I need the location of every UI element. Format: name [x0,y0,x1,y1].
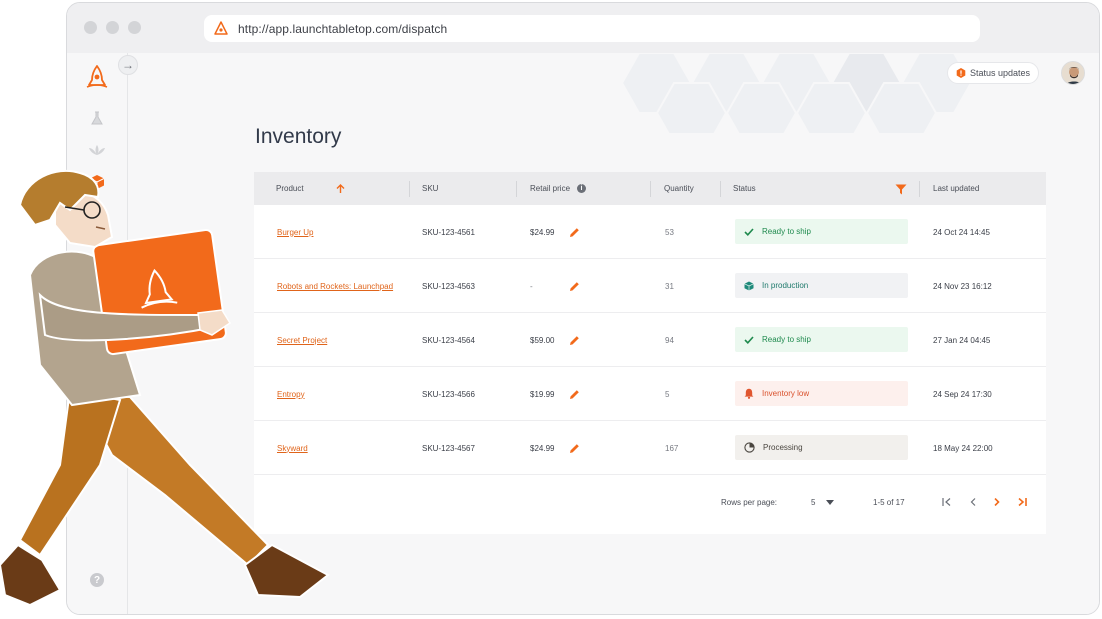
price-cell: - [530,281,533,291]
status-badge: Inventory low [735,381,908,406]
last-updated-cell: 18 May 24 22:00 [933,443,993,453]
price-cell: $24.99 [530,227,555,237]
status-badge: Ready to ship [735,219,908,244]
quantity-cell: 5 [665,389,670,399]
info-icon[interactable]: i [577,184,587,193]
arrow-right-icon: → [122,58,134,72]
column-divider [650,181,651,197]
column-header-sku[interactable]: SKU [422,172,438,205]
price-cell: $24.99 [530,443,555,453]
last-updated-cell: 27 Jan 24 04:45 [933,335,991,345]
column-header-retail-price[interactable]: Retail price i [530,172,587,205]
status-badge: Processing [735,435,908,460]
caret-down-icon [825,500,834,505]
column-header-last-updated[interactable]: Last updated [933,172,979,205]
address-bar[interactable]: http://app.launchtabletop.com/dispatch [204,15,980,42]
progress-pie-icon [744,442,755,453]
cube-icon [744,281,754,290]
last-updated-cell: 24 Sep 24 17:30 [933,389,992,399]
sku-cell: SKU-123-4563 [422,281,475,291]
column-divider [516,181,517,197]
table-row[interactable]: Robots and Rockets: Launchpad SKU-123-45… [254,259,1046,313]
pagination: Rows per page: 5 1-5 of 17 [254,482,1046,524]
status-updates-label: Status updates [969,68,1031,78]
sku-cell: SKU-123-4566 [422,389,475,399]
url-text: http://app.launchtabletop.com/dispatch [238,21,448,36]
column-divider [409,181,410,197]
table-row[interactable]: Secret Project SKU-123-4564 $59.00 94 Re… [254,313,1046,367]
quantity-cell: 167 [665,443,679,453]
pencil-icon[interactable] [569,421,580,475]
table-row[interactable]: Entropy SKU-123-4566 $19.99 5 Inventory … [254,367,1046,421]
pencil-icon[interactable] [569,313,580,367]
column-header-status[interactable]: Status [733,172,756,205]
browser-chrome: http://app.launchtabletop.com/dispatch [67,3,1099,53]
site-logo-icon [214,20,228,35]
last-updated-cell: 24 Nov 23 16:12 [933,281,992,291]
lotus-icon[interactable] [85,138,109,162]
rocket-logo-icon[interactable] [83,63,111,91]
previous-page-icon[interactable] [970,498,976,508]
character-carrying-box-illustration [0,169,330,607]
inventory-table: Product SKU Retail price i Quantity Stat… [254,172,1046,534]
next-page-icon[interactable] [994,497,1000,508]
checkmark-icon [744,335,754,344]
hexagon-alert-icon [956,68,966,78]
quantity-cell: 53 [665,227,674,237]
collapse-sidebar-button[interactable]: → [118,55,138,75]
quantity-cell: 31 [665,281,674,291]
window-close-dot[interactable] [84,21,97,34]
sku-cell: SKU-123-4564 [422,335,475,345]
column-divider [720,181,721,197]
table-header: Product SKU Retail price i Quantity Stat… [254,172,1046,205]
quantity-cell: 94 [665,335,674,345]
sku-cell: SKU-123-4561 [422,227,475,237]
checkmark-icon [744,227,754,236]
table-row[interactable]: Burger Up SKU-123-4561 $24.99 53 Ready t… [254,205,1046,259]
page-title: Inventory [255,125,342,148]
rows-per-page-select[interactable]: 5 [811,498,834,507]
window-maximize-dot[interactable] [128,21,141,34]
price-cell: $59.00 [530,335,555,345]
status-updates-button[interactable]: Status updates [947,62,1039,84]
rows-per-page-label: Rows per page: [721,498,778,507]
last-page-icon[interactable] [1018,497,1027,508]
price-cell: $19.99 [530,389,555,399]
filter-icon[interactable] [895,184,907,195]
bell-icon [744,388,754,399]
pencil-icon[interactable] [569,367,580,421]
column-divider [919,181,920,197]
rows-per-page-value: 5 [811,498,816,507]
flask-icon[interactable] [85,106,109,130]
pencil-icon[interactable] [569,259,580,313]
avatar[interactable] [1061,61,1085,85]
status-badge: In production [735,273,908,298]
window-minimize-dot[interactable] [106,21,119,34]
first-page-icon[interactable] [942,498,951,508]
sku-cell: SKU-123-4567 [422,443,475,453]
status-badge: Ready to ship [735,327,908,352]
table-row[interactable]: Skyward SKU-123-4567 $24.99 167 Processi… [254,421,1046,475]
pencil-icon[interactable] [569,205,580,259]
column-header-quantity[interactable]: Quantity [664,172,694,205]
last-updated-cell: 24 Oct 24 14:45 [933,227,990,237]
page-range-label: 1-5 of 17 [873,498,905,507]
